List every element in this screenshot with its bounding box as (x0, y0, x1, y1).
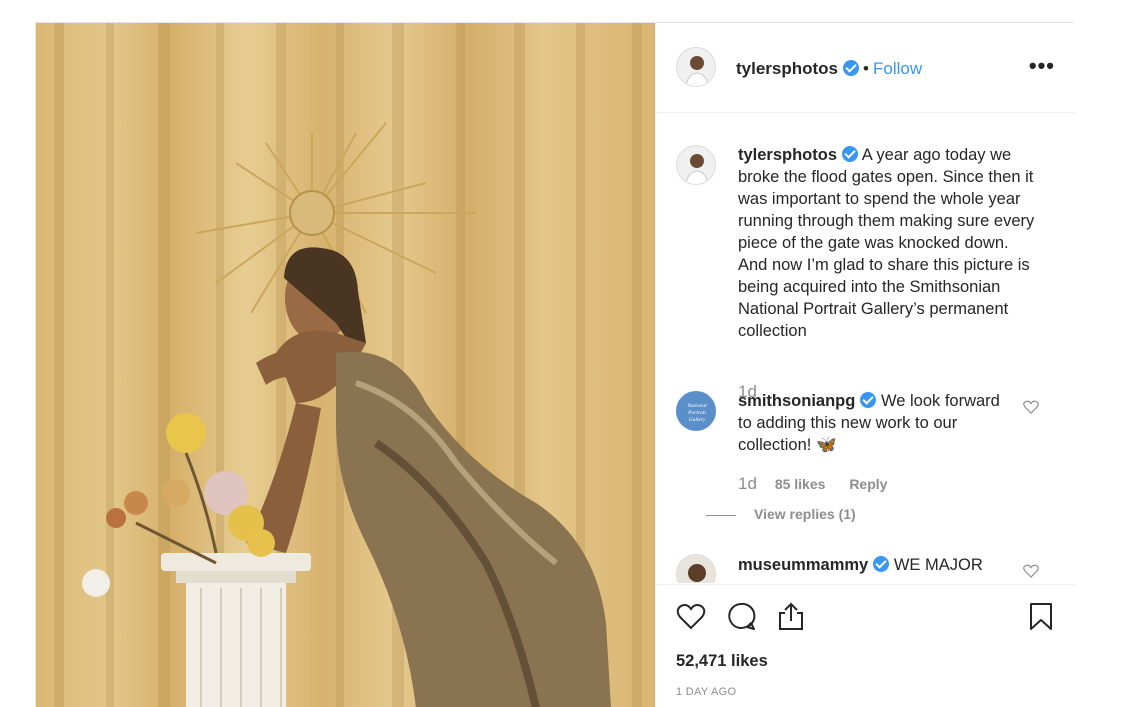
comments-list[interactable]: tylersphotos A year ago today we broke t… (656, 114, 1075, 583)
bookmark-icon[interactable] (1026, 601, 1056, 631)
comment-meta: 1d 85 likes Reply (738, 474, 887, 494)
follow-button[interactable]: Follow (873, 59, 922, 79)
likes-count[interactable]: 52,471 likes (676, 652, 768, 671)
verified-badge-icon (842, 146, 859, 162)
separator-dot: • (863, 59, 869, 78)
instagram-post: tylersphotos • Follow ••• tylersphotos A… (35, 22, 1075, 707)
view-replies-label: View replies (1) (754, 506, 856, 522)
post-actions: 52,471 likes 1 DAY AGO (656, 584, 1075, 707)
like-heart-icon[interactable] (676, 601, 706, 631)
share-icon[interactable] (776, 601, 806, 631)
view-replies-line (706, 514, 736, 516)
caption-body: A year ago today we broke the flood gate… (738, 146, 1035, 340)
verified-badge-icon (873, 556, 890, 572)
comment-bubble-icon[interactable] (726, 601, 756, 631)
post-timestamp[interactable]: 1 DAY AGO (676, 686, 736, 698)
comment-likes[interactable]: 85 likes (775, 476, 826, 492)
comment-age[interactable]: 1d (738, 474, 757, 493)
caption-text: tylersphotos A year ago today we broke t… (738, 144, 1038, 342)
commenter-avatar[interactable]: National Portrait Gallery (676, 391, 716, 431)
comment-text: museummammy WE MAJOR (738, 554, 1018, 576)
commenter-avatar[interactable] (676, 554, 716, 583)
comment-body: WE MAJOR (893, 556, 983, 574)
portrait-image (54, 23, 642, 707)
post-photo[interactable] (36, 23, 655, 707)
author-username[interactable]: tylersphotos (736, 59, 860, 79)
verified-badge-icon (843, 60, 860, 76)
caption-author-avatar[interactable] (676, 145, 716, 185)
view-replies-button[interactable]: View replies (1) (706, 506, 856, 522)
post-header: tylersphotos • Follow ••• (656, 23, 1075, 113)
comment-text: smithsonianpg We look forward to adding … (738, 390, 1018, 456)
svg-text:Portrait: Portrait (687, 410, 706, 416)
comment-like-heart-icon[interactable] (1023, 564, 1039, 578)
post-sidebar: tylersphotos • Follow ••• tylersphotos A… (655, 23, 1075, 707)
verified-badge-icon (860, 392, 877, 408)
svg-text:National: National (686, 403, 707, 409)
comment-username[interactable]: smithsonianpg (738, 392, 855, 410)
author-avatar[interactable] (676, 47, 716, 87)
comment-like-heart-icon[interactable] (1023, 400, 1039, 414)
comment-username[interactable]: museummammy (738, 556, 868, 574)
caption-username[interactable]: tylersphotos (738, 146, 837, 164)
more-options-icon[interactable]: ••• (1029, 55, 1055, 77)
reply-button[interactable]: Reply (849, 476, 887, 492)
svg-text:Gallery: Gallery (689, 417, 706, 423)
